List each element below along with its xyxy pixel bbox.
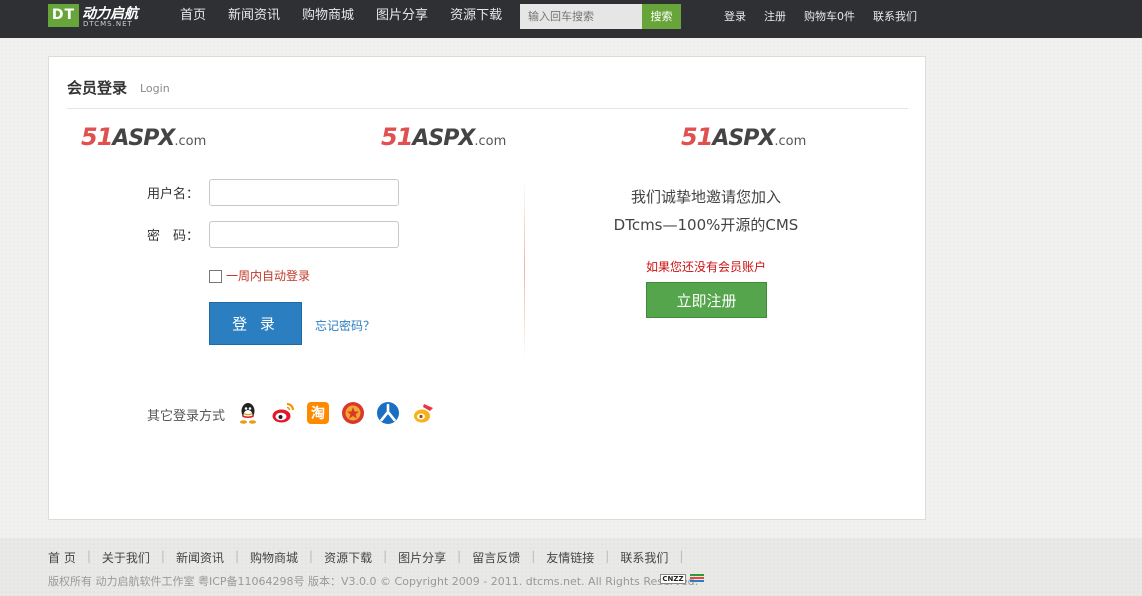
search-button[interactable]: 搜索	[642, 4, 681, 29]
footer-separator: |	[86, 549, 91, 563]
invite-text-line1: 我们诚挚地邀请您加入	[630, 188, 781, 206]
logo-mark: DT	[48, 4, 79, 27]
nav-downloads[interactable]: 资源下载	[450, 0, 502, 38]
nav-shop[interactable]: 购物商城	[302, 0, 354, 38]
taobao-icon[interactable]: 淘	[306, 401, 330, 425]
login-panel: 会员登录 Login 51ASPX.com 51ASPX.com 51ASPX.…	[48, 56, 926, 520]
other-login-label: 其它登录方式	[147, 409, 226, 424]
watermark-aspx: ASPX	[112, 126, 175, 151]
login-button[interactable]: 登 录	[209, 302, 302, 345]
stat-bars-icon	[690, 574, 704, 584]
footer-separator: |	[160, 549, 165, 563]
no-account-text: 如果您还没有会员账户	[645, 260, 766, 274]
watermark-aspx: ASPX	[712, 126, 775, 151]
footer-link-photos[interactable]: 图片分享	[398, 549, 446, 566]
page-subtitle: Login	[140, 82, 170, 95]
qq-icon[interactable]	[236, 401, 260, 425]
nav-news[interactable]: 新闻资讯	[228, 0, 280, 38]
watermark-com: .com	[774, 134, 807, 149]
footer-separator: |	[679, 549, 684, 563]
footer-separator: |	[457, 549, 462, 563]
watermark-num: 51	[681, 123, 713, 151]
watermark-num: 51	[81, 123, 113, 151]
search-input[interactable]	[520, 4, 642, 29]
kaixin-icon[interactable]	[376, 401, 400, 425]
footer-links: 首 页 | 关于我们 | 新闻资讯 | 购物商城 | 资源下载 | 图片分享 | 留言反馈 |…	[48, 549, 694, 566]
top-links: 登录 注册 购物车0件 联系我们	[724, 0, 935, 34]
invite-text-line2: DTcms—100%开源的CMS	[613, 216, 799, 234]
stat-badge[interactable]: CNZZ	[660, 574, 686, 584]
renren-icon[interactable]	[341, 401, 365, 425]
footer-link-contact[interactable]: 联系我们	[620, 549, 668, 566]
watermark-num: 51	[381, 123, 413, 151]
top-link-login[interactable]: 登录	[724, 0, 746, 34]
footer-link-downloads[interactable]: 资源下载	[324, 549, 372, 566]
footer-separator: |	[234, 549, 239, 563]
watermark-aspx: ASPX	[412, 126, 475, 151]
nav-home[interactable]: 首页	[180, 0, 206, 38]
top-link-cart[interactable]: 购物车0件	[804, 0, 855, 34]
password-label: 密 码：	[147, 229, 200, 244]
douban-icon[interactable]	[411, 401, 435, 425]
footer-link-friends[interactable]: 友情链接	[546, 549, 594, 566]
copyright-text: 版权所有 动力启航软件工作室 粤ICP备11064298号 版本：V3.0.0 …	[48, 575, 699, 588]
remember-checkbox[interactable]	[209, 270, 222, 283]
logo-en-text: DTCMS.NET	[83, 20, 133, 28]
footer-separator: |	[383, 549, 388, 563]
footer: 首 页 | 关于我们 | 新闻资讯 | 购物商城 | 资源下载 | 图片分享 | 留言反馈 |…	[0, 538, 1142, 596]
footer-link-shop[interactable]: 购物商城	[250, 549, 298, 566]
footer-separator: |	[605, 549, 610, 563]
watermark-com: .com	[174, 134, 207, 149]
forgot-password-link[interactable]: 忘记密码？	[315, 317, 375, 334]
watermark-logo: 51ASPX.com	[681, 123, 821, 153]
top-link-register[interactable]: 注册	[764, 0, 786, 34]
watermark-logo: 51ASPX.com	[381, 123, 521, 153]
footer-separator: |	[309, 549, 314, 563]
username-label: 用户名：	[147, 187, 200, 202]
title-divider	[67, 108, 908, 109]
footer-link-about[interactable]: 关于我们	[102, 549, 150, 566]
weibo-icon[interactable]	[271, 401, 295, 425]
main-nav: 首页 新闻资讯 购物商城 图片分享 资源下载	[180, 0, 524, 38]
footer-link-home[interactable]: 首 页	[48, 549, 76, 566]
watermark-com: .com	[474, 134, 507, 149]
top-link-contact[interactable]: 联系我们	[873, 0, 917, 34]
site-logo[interactable]: DT 动力启航 DTCMS.NET	[48, 4, 148, 30]
watermark-logo: 51ASPX.com	[81, 123, 221, 153]
top-bar: DT 动力启航 DTCMS.NET 首页 新闻资讯 购物商城 图片分享 资源下载…	[0, 0, 1142, 38]
footer-link-feedback[interactable]: 留言反馈	[472, 549, 520, 566]
nav-photos[interactable]: 图片分享	[376, 0, 428, 38]
remember-label[interactable]: 一周内自动登录	[226, 267, 310, 284]
password-field[interactable]	[209, 221, 399, 248]
register-button[interactable]: 立即注册	[646, 282, 767, 318]
page-title: 会员登录	[67, 79, 128, 97]
footer-separator: |	[531, 549, 536, 563]
footer-link-news[interactable]: 新闻资讯	[176, 549, 224, 566]
username-field[interactable]	[209, 179, 399, 206]
svg-text:淘: 淘	[311, 405, 325, 422]
